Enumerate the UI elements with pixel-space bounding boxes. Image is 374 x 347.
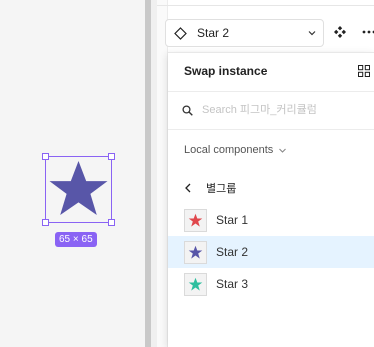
search-input[interactable]: [202, 102, 370, 118]
search-icon: [182, 105, 193, 116]
instance-name: Star 2: [197, 26, 230, 40]
chevron-down-icon: [308, 31, 316, 36]
instance-select[interactable]: Star 2: [165, 19, 324, 47]
component-thumbnail: [184, 272, 207, 296]
resize-handle-bottom-left[interactable]: [42, 219, 49, 226]
star-icon: [188, 277, 203, 291]
component-item-label: Star 2: [216, 245, 249, 259]
star-icon: [188, 245, 203, 259]
component-icon[interactable]: [333, 25, 347, 39]
search-row: [168, 93, 374, 127]
chevron-left-icon: [185, 183, 191, 193]
component-thumbnail: [184, 208, 207, 232]
panel-divider: [157, 5, 374, 6]
resize-handle-top-right[interactable]: [108, 153, 115, 160]
star-shape: [49, 161, 108, 215]
group-back-button[interactable]: 별그룹: [184, 180, 236, 196]
group-label: 별그룹: [206, 183, 237, 195]
local-components-label: Local components: [184, 144, 274, 156]
star-icon: [188, 213, 203, 227]
component-item-label: Star 3: [216, 277, 249, 291]
component-item-star-1[interactable]: Star 1: [168, 204, 374, 236]
component-item-star-2[interactable]: Star 2: [168, 236, 374, 268]
figma-workspace: 65 × 65 Star 2 Swap instance Search 피그마_…: [0, 0, 374, 347]
chevron-down-icon: [279, 148, 287, 153]
swap-instance-popover: Swap instance Local components: [168, 52, 374, 347]
swap-instance-title: Swap instance: [184, 64, 268, 78]
divider: [168, 91, 374, 92]
component-thumbnail: [184, 240, 207, 264]
more-options-icon[interactable]: [362, 25, 374, 39]
local-components-dropdown[interactable]: Local components: [184, 144, 287, 156]
grid-view-icon[interactable]: [358, 65, 370, 77]
size-badge: 65 × 65: [55, 232, 97, 247]
component-item-label: Star 1: [216, 213, 249, 227]
panel-edge: [157, 0, 168, 347]
resize-handle-top-left[interactable]: [42, 153, 49, 160]
canvas[interactable]: 65 × 65: [0, 0, 145, 347]
instance-icon: [174, 26, 187, 40]
component-item-star-3[interactable]: Star 3: [168, 268, 374, 300]
resize-handle-bottom-right[interactable]: [108, 219, 115, 226]
selected-star-instance[interactable]: [42, 153, 115, 226]
divider: [168, 129, 374, 130]
